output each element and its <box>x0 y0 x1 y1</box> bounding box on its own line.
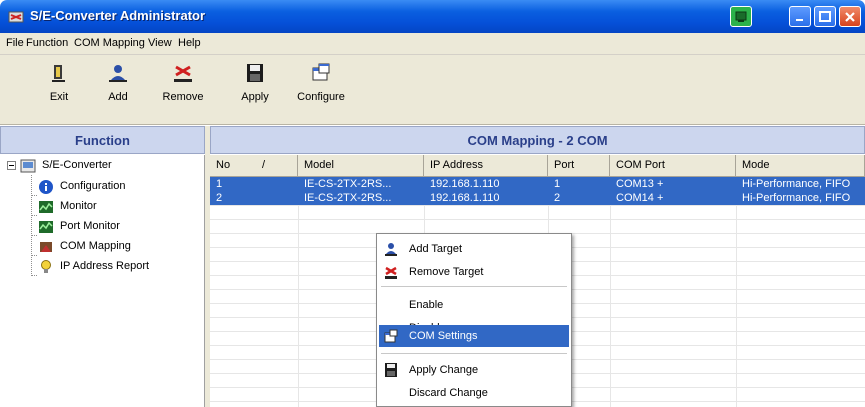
add-target-menu-item[interactable]: Add Target <box>379 238 569 260</box>
configure-button[interactable]: Configure <box>293 61 349 103</box>
remove-button[interactable]: Remove <box>161 61 205 103</box>
apply-change-menu-item[interactable]: Apply Change <box>379 359 569 381</box>
menu-file[interactable]: File <box>6 37 24 49</box>
function-panel-title: Function <box>75 133 130 148</box>
exit-button[interactable]: Exit <box>44 61 74 103</box>
title-bar[interactable]: S/E-Converter Administrator <box>0 0 865 33</box>
device-icon <box>20 159 36 173</box>
enable-menu-item[interactable]: Enable <box>379 294 569 316</box>
add-user-icon <box>109 65 127 82</box>
column-header-model[interactable]: Model <box>298 155 424 177</box>
save-disk-icon <box>385 363 397 377</box>
toolbar: Exit Add Remove Apply Configure <box>0 55 865 125</box>
lightbulb-icon <box>41 260 51 273</box>
maximize-icon <box>819 11 831 22</box>
remove-target-menu-item[interactable]: Remove Target <box>379 261 569 283</box>
add-button[interactable]: Add <box>103 61 133 103</box>
function-panel-header: Function <box>0 126 205 154</box>
table-row[interactable]: 2 IE-CS-2TX-2RS... 192.168.1.110 2 COM14… <box>210 191 865 205</box>
column-header-ip-address[interactable]: IP Address <box>424 155 548 177</box>
collapse-icon[interactable] <box>7 161 16 170</box>
discard-change-menu-item[interactable]: Discard Change <box>379 382 569 404</box>
minimize-icon <box>796 19 803 21</box>
monitor-icon <box>39 201 53 213</box>
add-user-icon <box>385 243 397 256</box>
menu-view[interactable]: View <box>148 37 172 49</box>
com-mapping-icon <box>40 242 52 252</box>
column-header-no[interactable]: No / <box>210 155 298 177</box>
com-mapping-header: COM Mapping - 2 COM <box>210 126 865 154</box>
menu-function[interactable]: Function <box>26 37 68 49</box>
network-icon <box>735 11 747 22</box>
configure-icon <box>312 63 330 81</box>
apply-button[interactable]: Apply <box>240 61 270 103</box>
app-icon <box>8 11 24 23</box>
configure-icon <box>384 329 398 343</box>
minimize-button[interactable] <box>789 6 811 27</box>
menu-com-mapping[interactable]: COM Mapping <box>74 37 145 49</box>
remove-icon <box>174 65 192 82</box>
function-tree[interactable]: S/E-Converter Configuration Monitor Port… <box>0 155 205 407</box>
save-disk-icon <box>247 64 263 82</box>
menu-help[interactable]: Help <box>178 37 201 49</box>
remove-icon <box>385 266 397 279</box>
maximize-button[interactable] <box>814 6 836 27</box>
com-mapping-title: COM Mapping - 2 COM <box>467 133 608 148</box>
exit-icon <box>52 65 65 82</box>
context-menu: Add Target Remove Target Enable Disable … <box>376 233 572 407</box>
column-header-com-port[interactable]: COM Port <box>610 155 736 177</box>
menu-bar: File Function COM Mapping View Help <box>0 33 865 55</box>
close-icon <box>845 12 855 22</box>
column-header-mode[interactable]: Mode <box>736 155 865 177</box>
close-button[interactable] <box>839 6 861 27</box>
com-settings-menu-item[interactable]: COM Settings <box>379 325 569 347</box>
column-header-port[interactable]: Port <box>548 155 610 177</box>
port-monitor-icon <box>39 221 53 233</box>
sort-indicator: / <box>262 159 266 171</box>
info-icon <box>39 180 53 194</box>
tray-icon[interactable] <box>730 6 752 27</box>
window-title: S/E-Converter Administrator <box>30 8 206 23</box>
table-row[interactable]: 1 IE-CS-2TX-2RS... 192.168.1.110 1 COM13… <box>210 177 865 191</box>
